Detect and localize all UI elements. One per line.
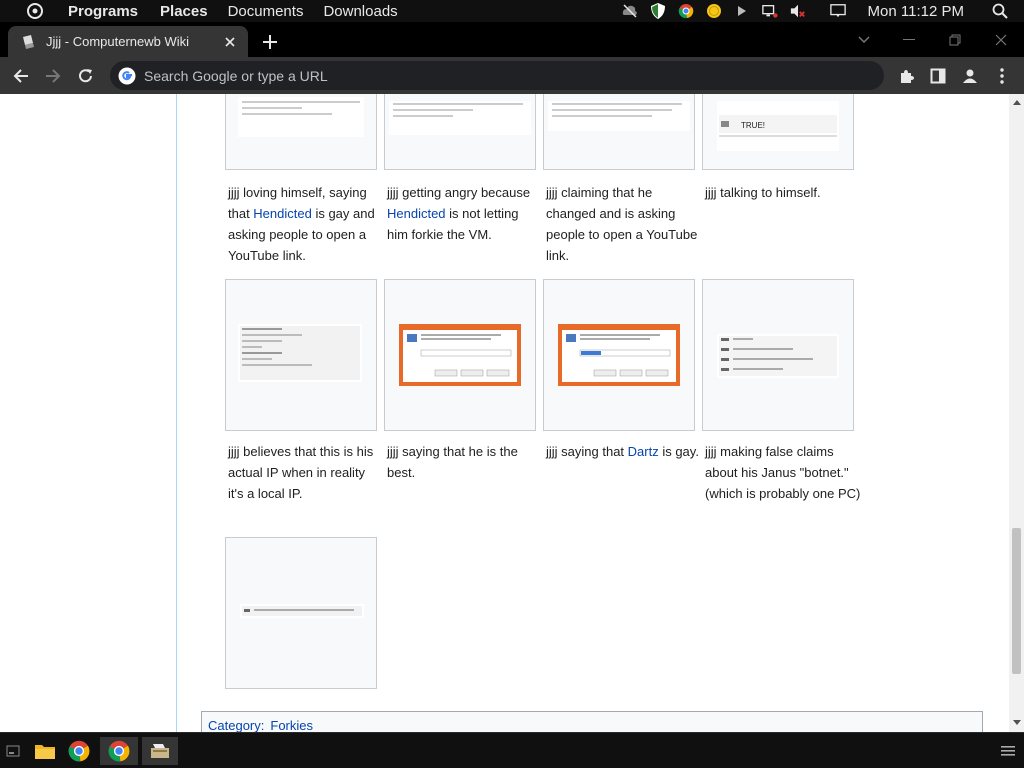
menu-kebab-icon[interactable]	[989, 63, 1015, 89]
minimize-icon[interactable]	[899, 30, 919, 50]
gallery-thumb-6[interactable]	[384, 279, 536, 431]
gallery-caption-8: jjjj making false claims about his Janus…	[705, 441, 861, 504]
gallery-caption-4: jjjj talking to himself.	[705, 182, 861, 203]
side-panel-icon[interactable]	[925, 63, 951, 89]
chrome-active-window-icon[interactable]	[100, 737, 138, 765]
chat-screenshot-image	[238, 97, 364, 137]
system-menu-icon[interactable]	[24, 2, 46, 20]
restore-icon[interactable]	[945, 30, 965, 50]
gallery-thumb-5[interactable]	[225, 279, 377, 431]
notification-icon[interactable]	[829, 3, 846, 19]
caption-text: jjjj talking to himself.	[705, 185, 821, 200]
new-tab-icon[interactable]	[258, 30, 282, 54]
scroll-down-icon[interactable]	[1012, 718, 1021, 727]
tab-strip: Jjjj - Computernewb Wiki	[0, 22, 1024, 57]
thumb-true-label: TRUE!	[741, 121, 765, 130]
menu-downloads[interactable]: Downloads	[323, 3, 397, 20]
page-scrollbar[interactable]	[1009, 94, 1024, 732]
taskbar	[0, 732, 1024, 768]
dartz-link[interactable]: Dartz	[628, 444, 659, 459]
run-dialog-image	[558, 324, 680, 386]
extensions-icon[interactable]	[893, 63, 919, 89]
show-desktop-icon[interactable]	[0, 737, 26, 765]
os-top-panel: Programs Places Documents Downloads Mon …	[0, 0, 1024, 22]
tab-title: Jjjj - Computernewb Wiki	[46, 34, 190, 49]
caption-text: jjjj saying that	[546, 444, 628, 459]
forward-icon[interactable]	[40, 63, 66, 89]
page-viewport: TRUE! jjjj loving himself, saying that H…	[0, 94, 1024, 732]
tab-active[interactable]: Jjjj - Computernewb Wiki	[8, 26, 248, 57]
caption-text: jjjj saying that he is the best.	[387, 444, 518, 480]
omnibox[interactable]	[110, 61, 884, 90]
gallery-caption-5: jjjj believes that this is his actual IP…	[228, 441, 384, 504]
profile-icon[interactable]	[957, 63, 983, 89]
back-icon[interactable]	[8, 63, 34, 89]
gallery-caption-6: jjjj saying that he is the best.	[387, 441, 543, 483]
scroll-thumb[interactable]	[1012, 528, 1021, 674]
taskbar-menu-icon[interactable]	[996, 737, 1020, 765]
chat-screenshot-image	[389, 101, 531, 135]
chat-screenshot-image	[548, 101, 690, 131]
category-links: Category: Forkies	[201, 711, 983, 732]
gallery-thumb-8[interactable]	[702, 279, 854, 431]
cloud-off-icon[interactable]	[622, 3, 638, 19]
app-window-icon[interactable]	[142, 737, 178, 765]
clock[interactable]: Mon 11:12 PM	[868, 3, 964, 20]
browser-toolbar	[0, 57, 1024, 94]
menu-places[interactable]: Places	[160, 3, 208, 20]
file-manager-icon[interactable]	[28, 737, 62, 765]
wiki-favicon-icon	[20, 34, 36, 50]
hendicted-link[interactable]: Hendicted	[387, 206, 446, 221]
gallery-thumb-9[interactable]	[225, 537, 377, 689]
gallery-thumb-1[interactable]	[225, 94, 377, 170]
chat-screenshot-image	[717, 334, 839, 378]
run-dialog-image	[399, 324, 521, 386]
gallery-thumb-3[interactable]	[543, 94, 695, 170]
chat-screenshot-image	[238, 324, 362, 382]
chat-screenshot-image: TRUE!	[717, 101, 839, 151]
caption-text: jjjj claiming that he changed and is ask…	[546, 185, 698, 263]
network-icon[interactable]	[761, 3, 778, 19]
coin-icon[interactable]	[706, 3, 722, 19]
system-tray: Mon 11:12 PM	[616, 0, 1024, 22]
close-window-icon[interactable]	[991, 30, 1011, 50]
close-tab-icon[interactable]	[220, 32, 240, 52]
tab-search-icon[interactable]	[854, 30, 874, 50]
menu-programs[interactable]: Programs	[68, 3, 138, 20]
search-icon[interactable]	[992, 3, 1008, 19]
gallery-caption-2: jjjj getting angry because Hendicted is …	[387, 182, 543, 245]
gallery-caption-1: jjjj loving himself, saying that Hendict…	[228, 182, 384, 266]
volume-muted-icon[interactable]	[790, 3, 806, 19]
address-input[interactable]	[144, 67, 884, 84]
caption-text: jjjj making false claims about his Janus…	[705, 444, 861, 501]
chrome-icon[interactable]	[678, 3, 694, 19]
gallery-thumb-7[interactable]	[543, 279, 695, 431]
gallery-thumb-4[interactable]: TRUE!	[702, 94, 854, 170]
scroll-up-icon[interactable]	[1012, 98, 1021, 107]
chat-screenshot-image	[240, 604, 364, 618]
chrome-taskbar-icon[interactable]	[62, 737, 96, 765]
shield-icon[interactable]	[650, 3, 666, 19]
gallery-caption-7: jjjj saying that Dartz is gay.	[546, 441, 702, 462]
gallery-thumb-2[interactable]	[384, 94, 536, 170]
menu-documents[interactable]: Documents	[228, 3, 304, 20]
gallery-caption-3: jjjj claiming that he changed and is ask…	[546, 182, 702, 266]
category-label[interactable]: Category:	[208, 718, 264, 732]
category-forkies-link[interactable]: Forkies	[270, 718, 313, 732]
content-border	[176, 94, 177, 732]
reload-icon[interactable]	[73, 63, 99, 89]
google-icon	[118, 67, 136, 85]
play-icon[interactable]	[734, 3, 750, 19]
caption-text: jjjj believes that this is his actual IP…	[228, 444, 374, 501]
caption-text: jjjj getting angry because	[387, 185, 531, 200]
caption-text: is gay.	[658, 444, 699, 459]
hendicted-link[interactable]: Hendicted	[253, 206, 312, 221]
